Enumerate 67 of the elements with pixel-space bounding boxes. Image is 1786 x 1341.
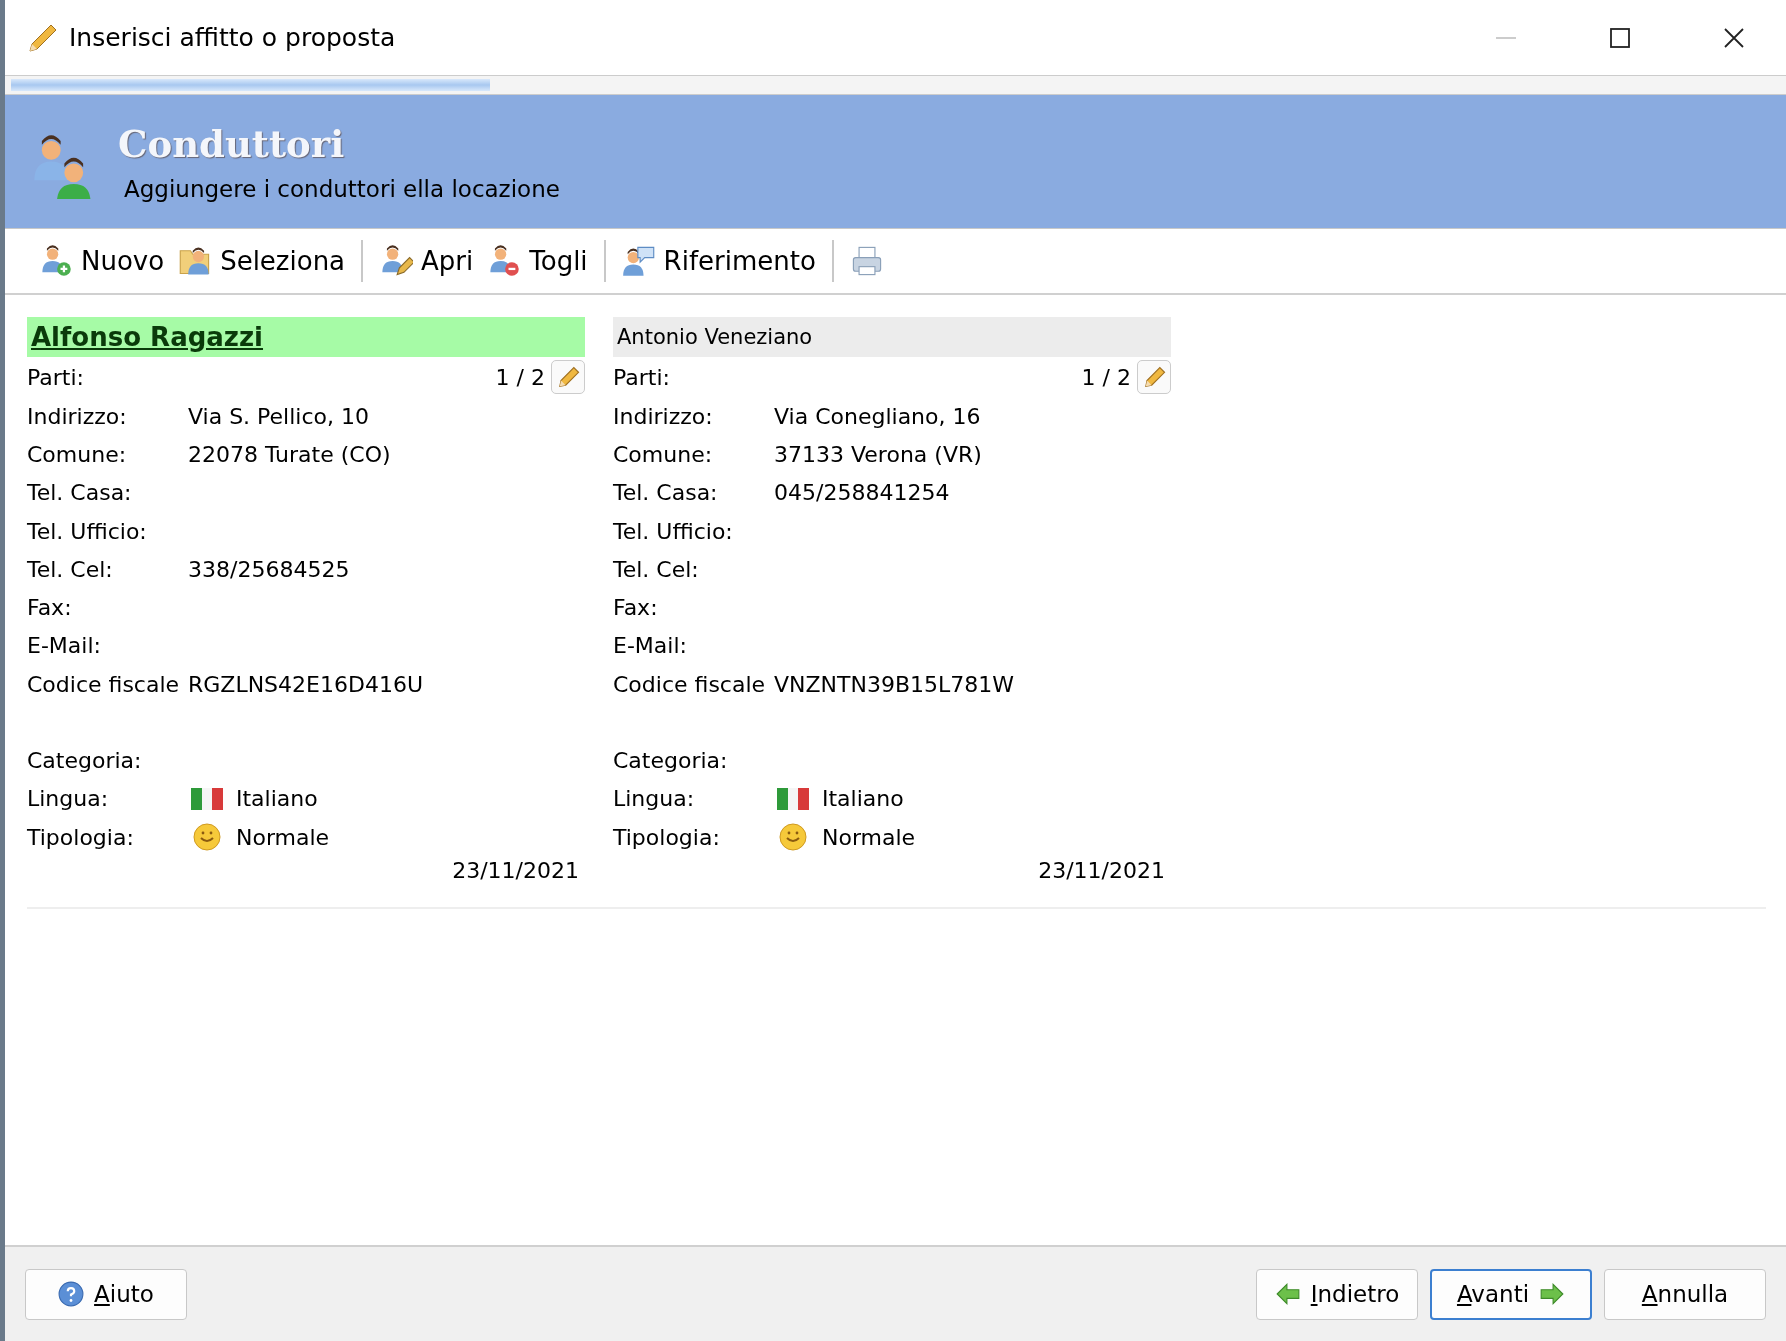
field-label: Fax: — [27, 595, 73, 621]
tenant-name[interactable]: Antonio Veneziano — [613, 317, 1171, 357]
date-text: 23/11/2021 — [452, 858, 579, 884]
field-label: E-Mail: — [27, 633, 102, 659]
field-label: Tel. Ufficio: — [27, 518, 148, 544]
tenant-name[interactable]: Alfonso Ragazzi — [27, 317, 585, 357]
field-label: Categoria: — [613, 748, 729, 773]
field-label: Categoria: — [27, 748, 143, 773]
header-subtitle: Aggiungere i conduttori ella locazione — [124, 175, 560, 202]
toolbar-button[interactable]: Seleziona — [174, 240, 350, 282]
field-label: Tel. Cel: — [27, 556, 114, 582]
maximize-icon[interactable] — [1609, 26, 1631, 49]
field-value: Italiano — [822, 786, 904, 812]
field-label: Fax: — [613, 595, 659, 621]
field-label: Lingua: — [613, 786, 696, 812]
cancel-button[interactable]: Annulla — [1604, 1268, 1766, 1320]
field-label: Indirizzo: — [27, 403, 128, 429]
field-label: Codice fiscale — [27, 671, 181, 697]
field-value: 045/258841254 — [774, 480, 950, 506]
parts-value: 1 / 2 — [495, 364, 545, 390]
person-pencil-icon — [379, 244, 414, 278]
toolbar-button[interactable]: Nuovo — [35, 240, 169, 282]
field-label: E-Mail: — [613, 633, 688, 659]
toolbar-button[interactable]: Riferimento — [617, 240, 820, 282]
field-value: 37133 Verona (VR) — [774, 441, 982, 467]
person-add-icon — [39, 244, 73, 278]
field-label: Lingua: — [27, 786, 110, 812]
field-label: Tipologia: — [613, 824, 721, 850]
field-label: Tipologia: — [27, 824, 135, 850]
field-label: Tel. Ufficio: — [613, 518, 734, 544]
field-value: Normale — [822, 824, 916, 850]
field-label: Comune: — [27, 441, 128, 467]
smiley-icon — [190, 822, 224, 853]
field-value: 338/25684525 — [188, 556, 350, 582]
window-title: Inserisci affitto o proposta — [69, 23, 397, 52]
field-value: Normale — [236, 824, 330, 850]
arrow-right-icon — [1539, 1281, 1566, 1307]
field-value: RGZLNS42E16D416U — [188, 671, 423, 697]
arrow-left-icon — [1274, 1281, 1301, 1307]
field-value: Italiano — [236, 786, 318, 812]
person-speech-icon — [621, 244, 656, 278]
help-icon — [58, 1281, 85, 1307]
field-label: Comune: — [613, 441, 714, 467]
smiley-icon — [776, 822, 810, 853]
pencil-icon[interactable] — [1137, 360, 1171, 394]
field-label: Parti: — [27, 364, 84, 390]
field-label: Codice fiscale — [613, 671, 767, 697]
field-value: 22078 Turate (CO) — [188, 441, 391, 467]
field-label: Parti: — [613, 364, 670, 390]
next-button[interactable]: Avanti — [1430, 1268, 1592, 1320]
field-label: Indirizzo: — [613, 403, 714, 429]
field-label: Tel. Casa: — [27, 480, 133, 506]
person-remove-icon — [487, 244, 522, 278]
field-label: Tel. Cel: — [613, 556, 700, 582]
toolbar-button[interactable]: Togli — [483, 240, 592, 282]
header-title: Conduttori — [118, 121, 346, 166]
back-button[interactable]: Indietro — [1256, 1268, 1418, 1320]
field-value: Via Conegliano, 16 — [774, 403, 981, 429]
toolbar-button[interactable]: Apri — [375, 240, 478, 282]
help-button[interactable]: Aiuto — [25, 1268, 187, 1320]
date-text: 23/11/2021 — [1038, 858, 1165, 884]
parts-value: 1 / 2 — [1081, 364, 1131, 390]
pencil-icon[interactable] — [551, 360, 585, 394]
field-value: Via S. Pellico, 10 — [188, 403, 369, 429]
field-label: Tel. Casa: — [613, 480, 719, 506]
field-value: VNZNTN39B15L781W — [774, 671, 1014, 697]
close-icon[interactable] — [1723, 26, 1745, 49]
